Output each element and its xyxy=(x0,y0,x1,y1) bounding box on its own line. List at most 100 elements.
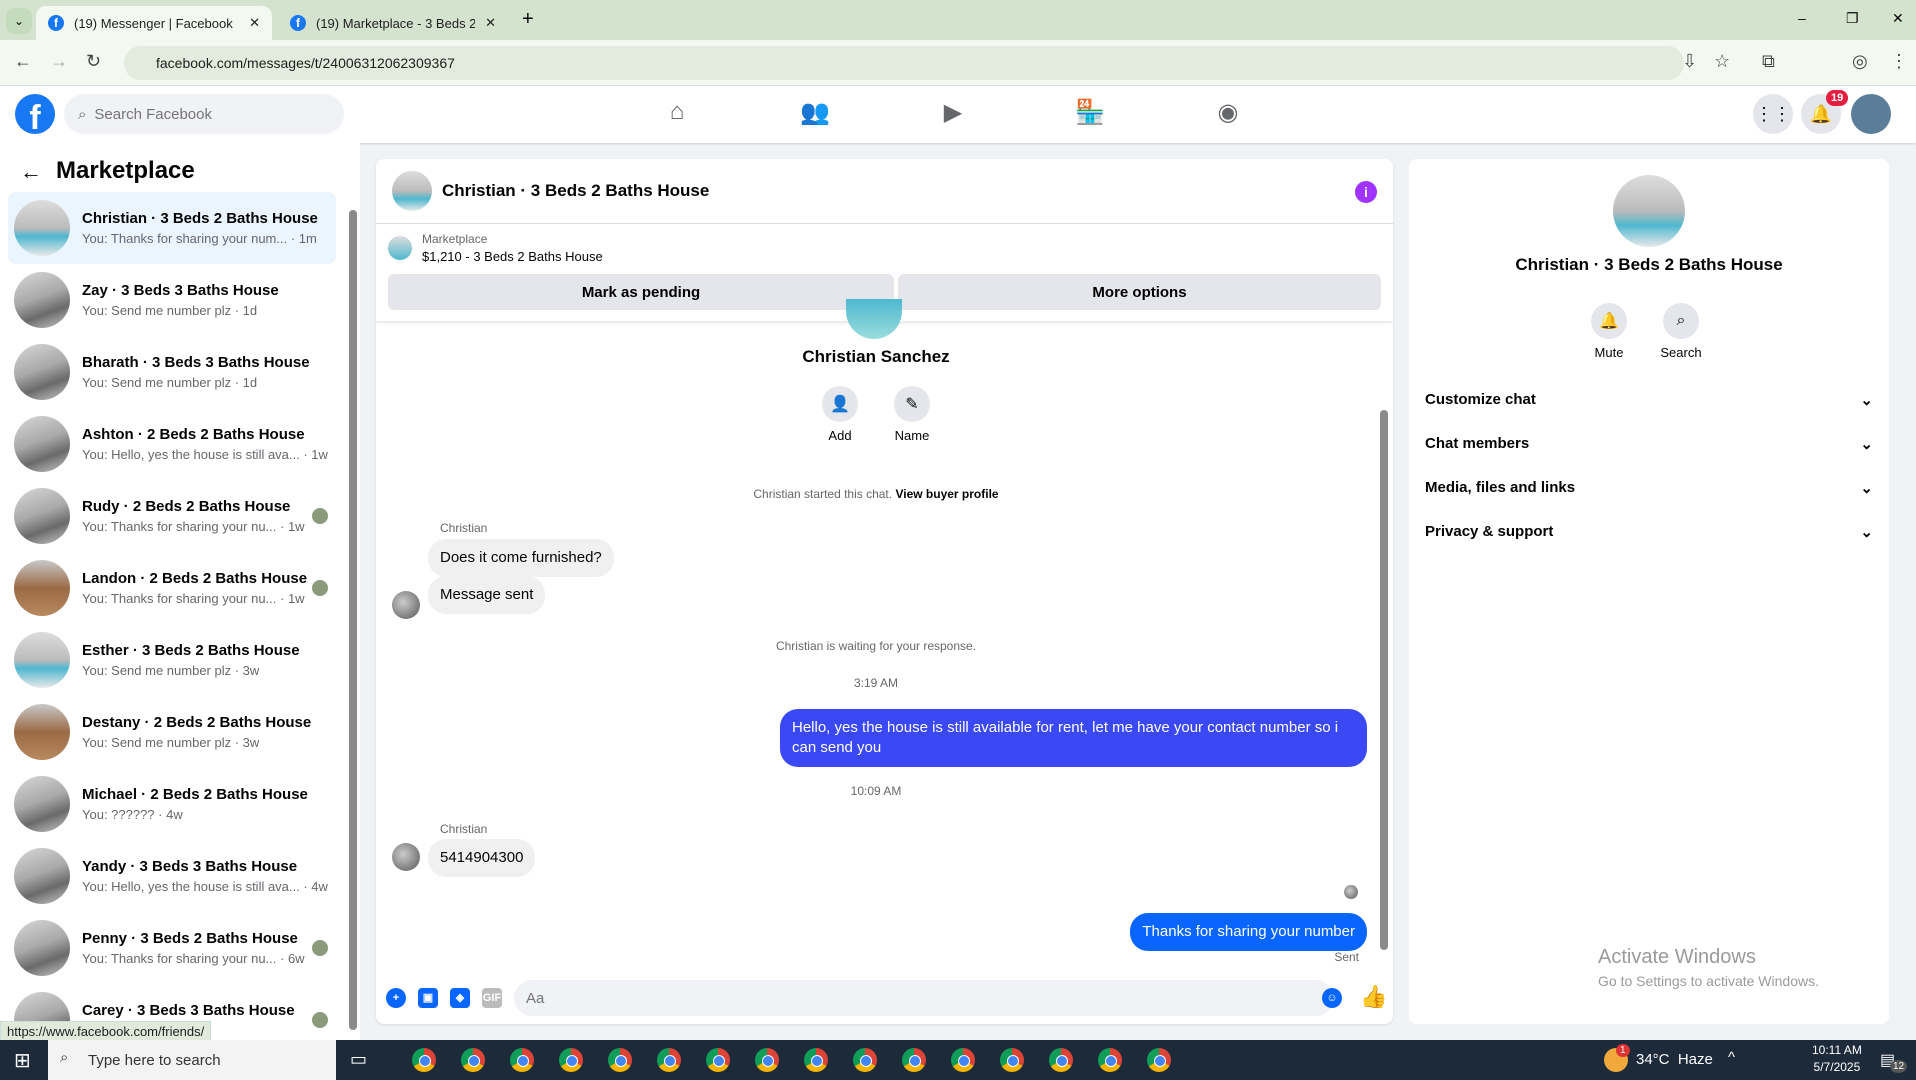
gif-icon[interactable]: GIF xyxy=(482,988,502,1008)
taskbar-app-icon[interactable] xyxy=(902,1048,926,1072)
more-options-button[interactable]: More options xyxy=(898,274,1381,310)
sticker-icon[interactable]: ◈ xyxy=(450,988,470,1008)
search-in-chat-button[interactable]: ⌕ Search xyxy=(1646,303,1716,360)
message-input[interactable] xyxy=(514,980,1334,1016)
new-tab-button[interactable]: + xyxy=(522,8,534,31)
conversation-item[interactable]: Michael · 2 Beds 2 Baths House You: ?????… xyxy=(8,768,336,840)
chat-scrollbar[interactable] xyxy=(1380,410,1388,950)
message-bubble[interactable]: 5414904300 xyxy=(428,839,536,877)
conversation-item[interactable]: Bharath · 3 Beds 3 Baths House You: Send … xyxy=(8,336,336,408)
close-tab-icon[interactable]: ✕ xyxy=(485,15,496,31)
emoji-icon[interactable]: ☺ xyxy=(1322,988,1342,1008)
listing-title[interactable]: $1,210 - 3 Beds 2 Baths House xyxy=(422,249,603,264)
taskbar-app-icon[interactable] xyxy=(510,1048,534,1072)
taskbar-app-icon[interactable] xyxy=(706,1048,730,1072)
taskbar-app-icon[interactable] xyxy=(755,1048,779,1072)
close-window-button[interactable]: ✕ xyxy=(1892,10,1904,27)
windows-taskbar: ⊞ ⌕ Type here to search ▭ 1 34°C Haze ^ 1… xyxy=(0,1040,1916,1080)
taskbar-app-icon[interactable] xyxy=(1049,1048,1073,1072)
section-privacy[interactable]: Privacy & support ⌄ xyxy=(1425,523,1873,541)
sidebar-scrollbar[interactable] xyxy=(349,210,357,1030)
conversation-item[interactable]: Destany · 2 Beds 2 Baths House You: Send … xyxy=(8,696,336,768)
taskbar-app-icon[interactable] xyxy=(657,1048,681,1072)
avatar[interactable] xyxy=(1851,94,1891,134)
like-icon[interactable]: 👍 xyxy=(1360,984,1387,1010)
plus-icon[interactable]: + xyxy=(386,988,406,1008)
seen-avatar xyxy=(312,508,328,524)
profile-icon[interactable]: ◎ xyxy=(1852,51,1868,72)
friends-icon[interactable]: 👥 xyxy=(798,98,832,132)
extension-icon[interactable]: ⧉ xyxy=(1762,51,1775,72)
restore-button[interactable]: ❐ xyxy=(1846,10,1859,27)
view-buyer-profile-link[interactable]: View buyer profile xyxy=(895,487,998,501)
minimize-button[interactable]: – xyxy=(1798,10,1806,26)
back-icon[interactable]: ← xyxy=(14,51,32,72)
chat-avatar[interactable] xyxy=(392,171,432,211)
search-input[interactable] xyxy=(94,105,315,123)
install-icon[interactable]: ⇩ xyxy=(1682,51,1697,72)
taskbar-app-icon[interactable] xyxy=(559,1048,583,1072)
menu-grid-icon[interactable]: ⋮⋮ xyxy=(1753,94,1793,134)
marketplace-icon[interactable]: 🏪 xyxy=(1073,98,1107,132)
section-customize-chat[interactable]: Customize chat ⌄ xyxy=(1425,391,1873,409)
tray-chevron-icon[interactable]: ^ xyxy=(1728,1049,1735,1066)
taskbar-app-icon[interactable] xyxy=(1147,1048,1171,1072)
conversation-snippet: You: Send me number plz · 3w xyxy=(82,663,260,678)
facebook-logo[interactable]: f xyxy=(15,94,55,134)
section-media[interactable]: Media, files and links ⌄ xyxy=(1425,479,1873,497)
listing-thumbnail[interactable] xyxy=(388,236,412,260)
conversation-item[interactable]: Penny · 3 Beds 2 Baths House You: Thanks … xyxy=(8,912,336,984)
reload-icon[interactable]: ↻ xyxy=(86,51,101,72)
menu-icon[interactable]: ⋮ xyxy=(1890,51,1908,72)
forward-icon[interactable]: → xyxy=(50,51,68,72)
home-icon[interactable]: ⌂ xyxy=(660,98,694,132)
conversation-item[interactable]: Esther · 3 Beds 2 Baths House You: Send m… xyxy=(8,624,336,696)
tab-marketplace[interactable]: f (19) Marketplace - 3 Beds 2 Bat ✕ xyxy=(278,6,508,40)
taskbar-app-icon[interactable] xyxy=(804,1048,828,1072)
conversation-item[interactable]: Christian · 3 Beds 2 Baths House You: Tha… xyxy=(8,192,336,264)
task-view-icon[interactable]: ▭ xyxy=(350,1049,367,1070)
windows-start-icon[interactable]: ⊞ xyxy=(14,1048,31,1073)
message-bubble-outgoing[interactable]: Thanks for sharing your number xyxy=(1130,913,1367,951)
back-arrow-icon[interactable]: ← xyxy=(20,159,42,185)
sender-avatar[interactable] xyxy=(392,843,420,871)
close-tab-icon[interactable]: ✕ xyxy=(249,15,260,31)
sender-avatar[interactable] xyxy=(392,591,420,619)
sender-name: Christian xyxy=(440,521,488,535)
message-bubble[interactable]: Message sent xyxy=(428,576,546,614)
message-bubble[interactable]: Does it come furnished? xyxy=(428,539,614,577)
listing-label: Marketplace xyxy=(422,232,488,246)
mark-as-pending-button[interactable]: Mark as pending xyxy=(388,274,894,310)
taskbar-search[interactable]: ⌕ Type here to search xyxy=(48,1040,336,1080)
conversation-item[interactable]: Zay · 3 Beds 3 Baths House You: Send me n… xyxy=(8,264,336,336)
video-icon[interactable]: ▶ xyxy=(936,98,970,132)
section-chat-members[interactable]: Chat members ⌄ xyxy=(1425,435,1873,453)
taskbar-app-icon[interactable] xyxy=(1000,1048,1024,1072)
chat-title[interactable]: Christian · 3 Beds 2 Baths House xyxy=(442,181,709,201)
add-button[interactable]: 👤 Add xyxy=(810,386,870,443)
taskbar-app-icon[interactable] xyxy=(951,1048,975,1072)
conversation-item[interactable]: Ashton · 2 Beds 2 Baths House You: Hello,… xyxy=(8,408,336,480)
taskbar-app-icon[interactable] xyxy=(1098,1048,1122,1072)
message-bubble-outgoing[interactable]: Hello, yes the house is still available … xyxy=(780,709,1367,767)
conversation-item[interactable]: Landon · 2 Beds 2 Baths House You: Thanks… xyxy=(8,552,336,624)
photo-icon[interactable]: ▣ xyxy=(418,988,438,1008)
taskbar-app-icon[interactable] xyxy=(461,1048,485,1072)
mute-button[interactable]: 🔔 Mute xyxy=(1574,303,1644,360)
url-input[interactable]: facebook.com/messages/t/2400631206230936… xyxy=(124,46,1684,80)
taskbar-app-icon[interactable] xyxy=(412,1048,436,1072)
clock[interactable]: 10:11 AM 5/7/2025 xyxy=(1812,1043,1862,1074)
conversation-item[interactable]: Yandy · 3 Beds 3 Baths House You: Hello, … xyxy=(8,840,336,912)
conversation-item[interactable]: Rudy · 2 Beds 2 Baths House You: Thanks f… xyxy=(8,480,336,552)
conversation-avatar xyxy=(14,488,70,544)
taskbar-app-icon[interactable] xyxy=(608,1048,632,1072)
search-box[interactable]: ⌕ xyxy=(64,94,344,134)
weather-text[interactable]: 34°C Haze xyxy=(1636,1051,1713,1068)
taskbar-app-icon[interactable] xyxy=(853,1048,877,1072)
tab-messenger[interactable]: f (19) Messenger | Facebook ✕ xyxy=(36,6,272,40)
info-icon[interactable]: i xyxy=(1355,181,1377,203)
tab-list-button[interactable]: ⌄ xyxy=(6,8,32,34)
bookmark-star-icon[interactable]: ☆ xyxy=(1714,51,1730,72)
name-button[interactable]: ✎ Name xyxy=(882,386,942,443)
groups-icon[interactable]: ◉ xyxy=(1211,98,1245,132)
